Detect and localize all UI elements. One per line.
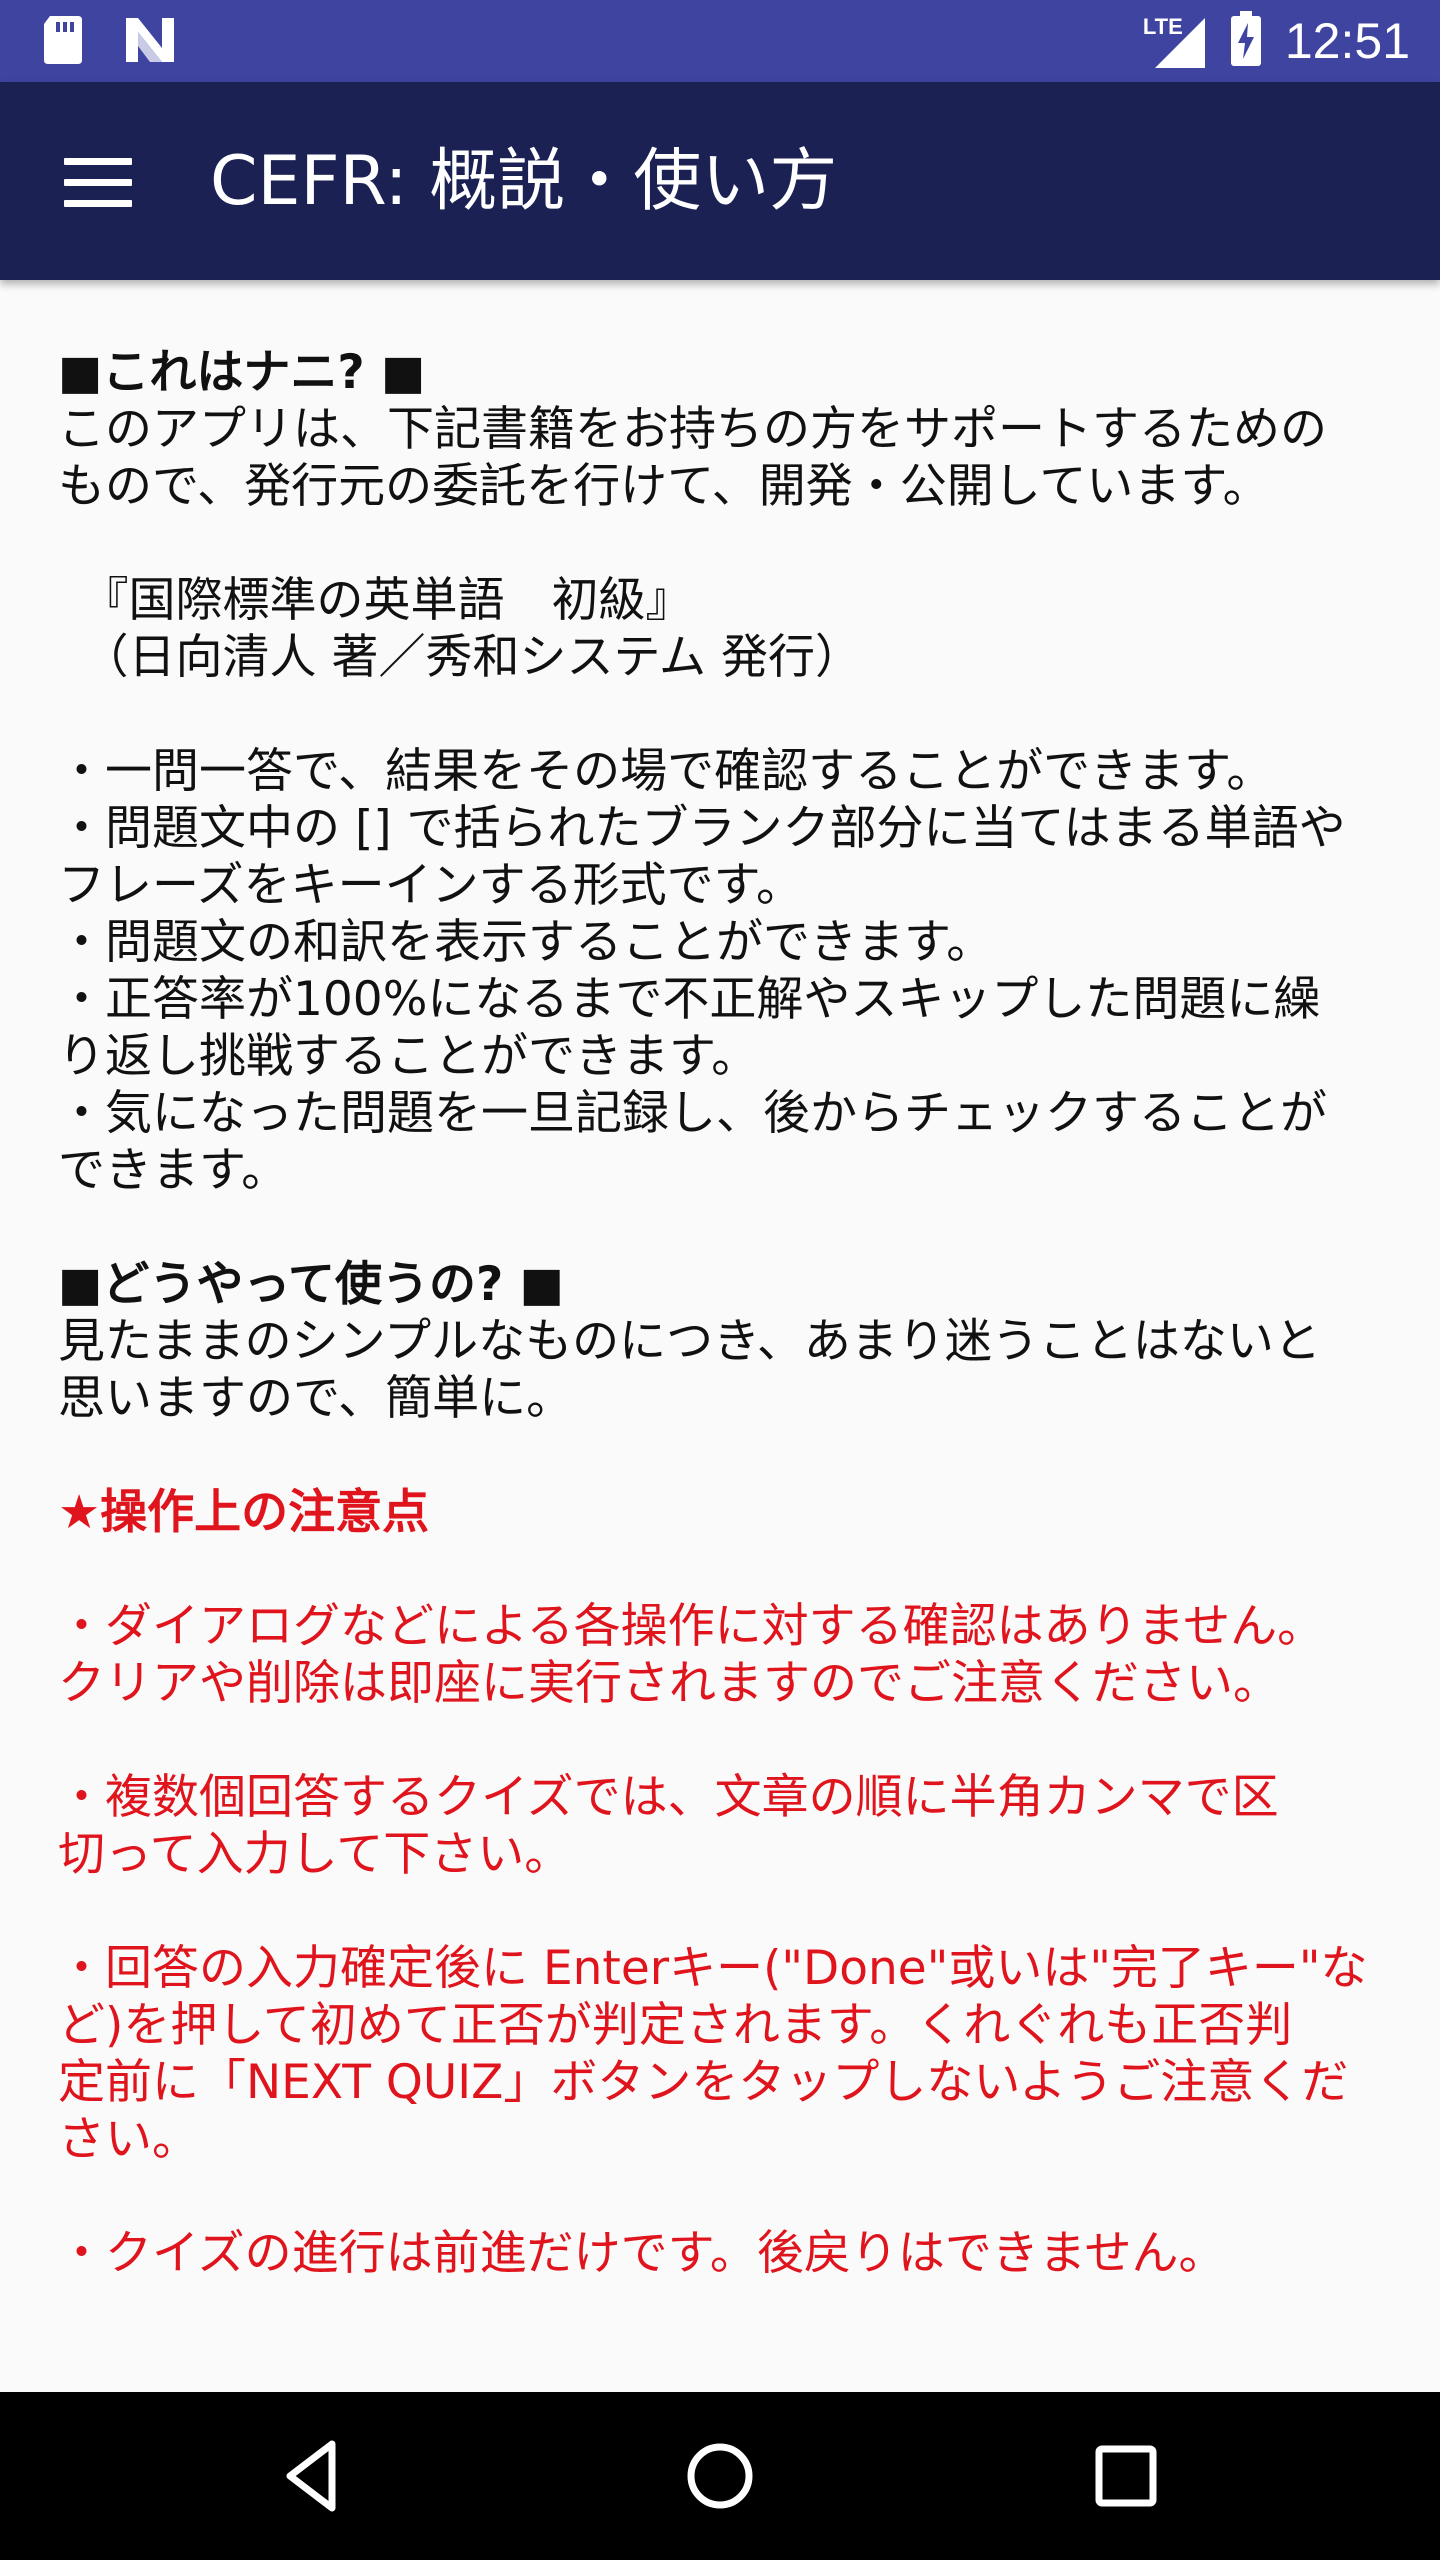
sd-card-icon bbox=[40, 14, 86, 70]
notice-item: ・ダイアログなどによる各操作に対する確認はありません。 クリアや削除は即座に実行… bbox=[58, 1599, 1325, 1711]
battery-charging-icon bbox=[1229, 11, 1263, 71]
home-icon[interactable] bbox=[678, 2434, 762, 2518]
notice-item: ・クイズの進行は前進だけです。後戻りはできません。 bbox=[58, 2226, 1226, 2281]
back-icon[interactable] bbox=[272, 2434, 356, 2518]
notice-heading: ★操作上の注意点 bbox=[58, 1485, 430, 1540]
section-heading-how: ■どうやって使うの? ■ bbox=[58, 1257, 565, 1312]
content-body: ■これはナニ? ■ このアプリは、下記書籍をお持ちの方をサポートするための もの… bbox=[58, 344, 1398, 2282]
app-bar: CEFR: 概説・使い方 bbox=[0, 82, 1440, 280]
menu-icon[interactable] bbox=[64, 158, 132, 208]
feature-item: ・一問一答で、結果をその場で確認することができます。 bbox=[58, 744, 1274, 799]
how-text: 見たままのシンプルなものにつき、あまり迷うことはないと 思いますので、簡単に。 bbox=[58, 1314, 1321, 1426]
section-heading-what: ■これはナニ? ■ bbox=[58, 345, 426, 400]
recent-apps-icon[interactable] bbox=[1084, 2434, 1168, 2518]
n-logo-icon bbox=[122, 14, 178, 70]
status-time: 12:51 bbox=[1284, 13, 1410, 69]
navigation-bar bbox=[0, 2392, 1440, 2560]
feature-item: ・問題文の和訳を表示することができます。 bbox=[58, 915, 994, 970]
notice-item: ・複数個回答するクイズでは、文章の順に半角カンマで区 切って入力して下さい。 bbox=[58, 1770, 1279, 1882]
feature-item: ・問題文中の [] で括られたブランク部分に当てはまる単語や フレーズをキーイン… bbox=[58, 801, 1346, 913]
page-title: CEFR: 概説・使い方 bbox=[210, 142, 838, 221]
book-title: 『国際標準の英単語 初級』 bbox=[58, 573, 693, 628]
notice-item: ・回答の入力確定後に Enterキー("Done"或いは"完了キー"な ど)を押… bbox=[58, 1941, 1368, 2167]
network-label: LTE bbox=[1142, 14, 1183, 39]
lte-signal-icon: LTE bbox=[1143, 10, 1207, 72]
status-bar: LTE 12:51 bbox=[0, 0, 1440, 82]
feature-item: ・正答率が100%になるまで不正解やスキップした問題に繰 り返し挑戦することがで… bbox=[58, 972, 1321, 1084]
book-author: （日向清人 著／秀和システム 発行） bbox=[58, 630, 862, 685]
intro-text: このアプリは、下記書籍をお持ちの方をサポートするための もので、発行元の委託を行… bbox=[58, 402, 1327, 514]
feature-item: ・気になった問題を一旦記録し、後からチェックすることが できます。 bbox=[58, 1086, 1327, 1198]
